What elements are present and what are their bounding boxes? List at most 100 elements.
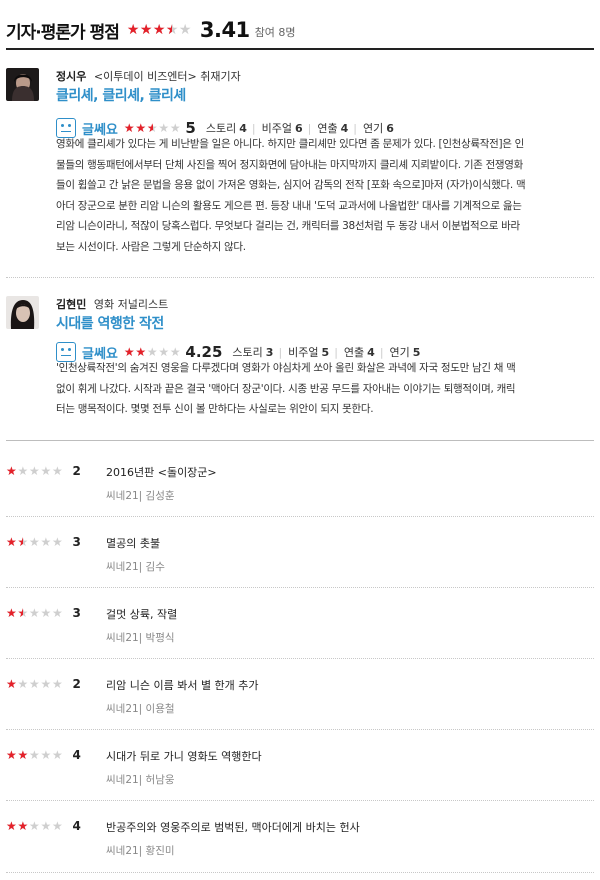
star-icon: ★	[29, 677, 40, 691]
overall-stars: ★ ★ ★ ★ ★ ★ ★ ★ ★	[127, 23, 192, 37]
star-icon: ★ ★	[123, 121, 135, 135]
divider	[6, 872, 594, 873]
review-line: 리암 니슨이라니, 적잖이 당혹스럽다. 무엇보다 걸리는 건, 캐릭터를 38…	[56, 220, 520, 232]
short-score: 4	[72, 748, 81, 762]
overall-score: 3.41	[199, 18, 250, 42]
short-score: 3	[72, 535, 81, 549]
short-rating: ★ ★ ★ ★ ★ ★ ★ 4	[6, 748, 81, 762]
short-stars: ★ ★ ★ ★ ★ ★	[6, 678, 64, 690]
review-line: '인천상륙작전'의 숨겨진 영웅을 다루겠다며 영화가 야심차게 쏘아 올린 화…	[56, 362, 516, 374]
star-icon: ★	[17, 464, 29, 478]
review-line: 없이 휘게 나갔다. 시작과 끝은 결국 '맥아더 장군'이다. 시종 반공 무…	[56, 382, 516, 395]
critic-review: 김현민 영화 저널리스트 시대를 역행한 작전 글쎄요 ★ ★ ★ ★ ★ ★ ★ 4.25…	[6, 296, 594, 431]
short-review: ★ ★ ★ ★ ★ ★ ★ 4 시대가 뒤로 가니 영화도 역행한다 씨네21| 허남웅	[6, 748, 594, 808]
separator: |	[278, 345, 283, 359]
review-line: 아더 장군으로 분한 리암 니슨의 활용도 게으른 편. 등장 내내 '도덕 교…	[56, 199, 522, 212]
critic-name[interactable]: 정시우	[56, 70, 86, 83]
star-icon: ★	[29, 748, 40, 762]
star-icon: ★	[29, 464, 40, 478]
divider	[6, 587, 594, 588]
divider	[6, 800, 594, 801]
star-icon: ★	[52, 748, 63, 762]
review-line: 보는 시선이다. 사람은 그렇게 단순하지 않다.	[56, 240, 246, 253]
review-line: 물들의 행동패턴에서부터 단체 사진을 찍어 정지화면에 담아내는 마지막까지 …	[56, 158, 524, 171]
short-stars: ★ ★ ★ ★ ★ ★ ★	[6, 749, 64, 761]
review-title[interactable]: 시대를 역행한 작전	[56, 313, 164, 333]
short-stars: ★ ★ ★ ★ ★ ★ ★	[6, 607, 64, 619]
star-icon: ★	[40, 677, 52, 691]
review-body: '인천상륙작전'의 숨겨진 영웅을 다루겠다며 영화가 야심차게 쏘아 올린 화…	[56, 358, 594, 420]
star-icon: ★ ★	[165, 22, 179, 38]
divider	[6, 658, 594, 659]
separator: |	[353, 121, 357, 135]
review-body: 영화에 클리셰가 있다는 게 비난받을 일은 아니다. 하지만 클리셰만 있다면…	[56, 134, 594, 257]
critic-ratings-panel: 기자·평론가 평점 ★ ★ ★ ★ ★ ★ ★ ★ ★ 3.41 참여 8명 정시우 <이투데이…	[0, 0, 600, 880]
short-text: 걸멋 상륙, 작렬	[106, 608, 178, 621]
divider	[6, 516, 594, 517]
divider	[6, 277, 594, 278]
review-stars: ★ ★ ★ ★ ★ ★ ★	[124, 346, 182, 358]
short-review: ★ ★ ★ ★ ★ ★ ★ 3 멸공의 촛불 씨네21| 김수	[6, 535, 594, 595]
avatar[interactable]	[6, 68, 39, 101]
critic-outlet: <이투데이 비즈엔터> 취재기자	[93, 70, 241, 83]
short-review: ★ ★ ★ ★ ★ ★ 2 2016년판 <돌이장군> 씨네21| 김성훈	[6, 464, 594, 524]
short-score: 3	[72, 606, 81, 620]
star-icon: ★ ★	[126, 22, 140, 38]
avatar[interactable]	[6, 296, 39, 329]
critic-name[interactable]: 김현민	[56, 298, 86, 311]
short-byline: 씨네21| 김성훈	[106, 490, 175, 502]
star-icon: ★	[40, 606, 52, 620]
star-icon: ★	[29, 606, 40, 620]
star-icon: ★ ★	[6, 464, 17, 478]
star-icon: ★	[178, 22, 192, 38]
short-rating: ★ ★ ★ ★ ★ ★ ★ 3	[6, 606, 81, 620]
short-rating: ★ ★ ★ ★ ★ ★ 2	[6, 464, 81, 478]
short-review: ★ ★ ★ ★ ★ ★ ★ 4 반공주의와 영웅주의로 범벅된, 맥아더에게 바치는 헌사 …	[6, 819, 594, 879]
star-icon: ★	[29, 819, 40, 833]
separator: |	[307, 121, 312, 135]
star-icon: ★	[40, 464, 52, 478]
star-icon: ★ ★	[17, 535, 29, 549]
critic-byline: 정시우 <이투데이 비즈엔터> 취재기자	[56, 68, 241, 84]
star-icon: ★ ★	[135, 345, 147, 359]
short-byline: 씨네21| 황진미	[106, 845, 175, 857]
short-text: 반공주의와 영웅주의로 범벅된, 맥아더에게 바치는 헌사	[106, 821, 360, 834]
short-score: 2	[72, 677, 81, 691]
star-icon: ★	[158, 121, 170, 135]
star-icon: ★ ★	[17, 819, 29, 833]
short-stars: ★ ★ ★ ★ ★ ★ ★	[6, 820, 64, 832]
star-icon: ★	[52, 535, 63, 549]
separator: |	[379, 345, 384, 359]
star-icon: ★ ★	[17, 606, 29, 620]
review-stars: ★ ★ ★ ★ ★ ★ ★ ★	[124, 122, 182, 134]
star-icon: ★ ★	[6, 535, 17, 549]
short-rating: ★ ★ ★ ★ ★ ★ 2	[6, 677, 81, 691]
review-line: 들이 휩쓸고 간 낡은 문법을 응용 없이 가져온 영화는, 심지어 감독의 전…	[56, 179, 526, 191]
star-icon: ★ ★	[152, 22, 166, 38]
star-icon: ★	[146, 345, 158, 359]
short-rating: ★ ★ ★ ★ ★ ★ ★ 4	[6, 819, 81, 833]
star-icon: ★	[52, 819, 63, 833]
critic-byline: 김현민 영화 저널리스트	[56, 296, 168, 312]
star-icon: ★	[169, 121, 181, 135]
short-review: ★ ★ ★ ★ ★ ★ ★ 3 걸멋 상륙, 작렬 씨네21| 박평식	[6, 606, 594, 666]
divider	[6, 729, 594, 730]
star-icon: ★	[29, 535, 40, 549]
star-icon: ★	[52, 606, 63, 620]
short-score: 2	[72, 464, 81, 478]
short-byline: 씨네21| 허남웅	[106, 774, 175, 786]
short-text: 멸공의 촛불	[106, 537, 161, 550]
review-line: 영화에 클리셰가 있다는 게 비난받을 일은 아니다. 하지만 클리셰만 있다면…	[56, 138, 525, 150]
star-icon: ★ ★	[6, 677, 17, 691]
header-divider	[6, 48, 594, 50]
short-text: 리암 니슨 이름 봐서 별 한개 추가	[106, 679, 259, 692]
review-title[interactable]: 클리셰, 클리셰, 클리셰	[56, 85, 186, 105]
short-score: 4	[72, 819, 81, 833]
short-rating: ★ ★ ★ ★ ★ ★ ★ 3	[6, 535, 81, 549]
ratings-header: 기자·평론가 평점 ★ ★ ★ ★ ★ ★ ★ ★ ★ 3.41 참여 8명	[6, 12, 594, 48]
critic-review: 정시우 <이투데이 비즈엔터> 취재기자 클리셰, 클리셰, 클리셰 글쎄요 ★…	[6, 68, 594, 268]
short-stars: ★ ★ ★ ★ ★ ★	[6, 465, 64, 477]
star-icon: ★	[40, 819, 52, 833]
short-byline: 씨네21| 이용철	[106, 703, 175, 715]
star-icon: ★	[40, 748, 52, 762]
